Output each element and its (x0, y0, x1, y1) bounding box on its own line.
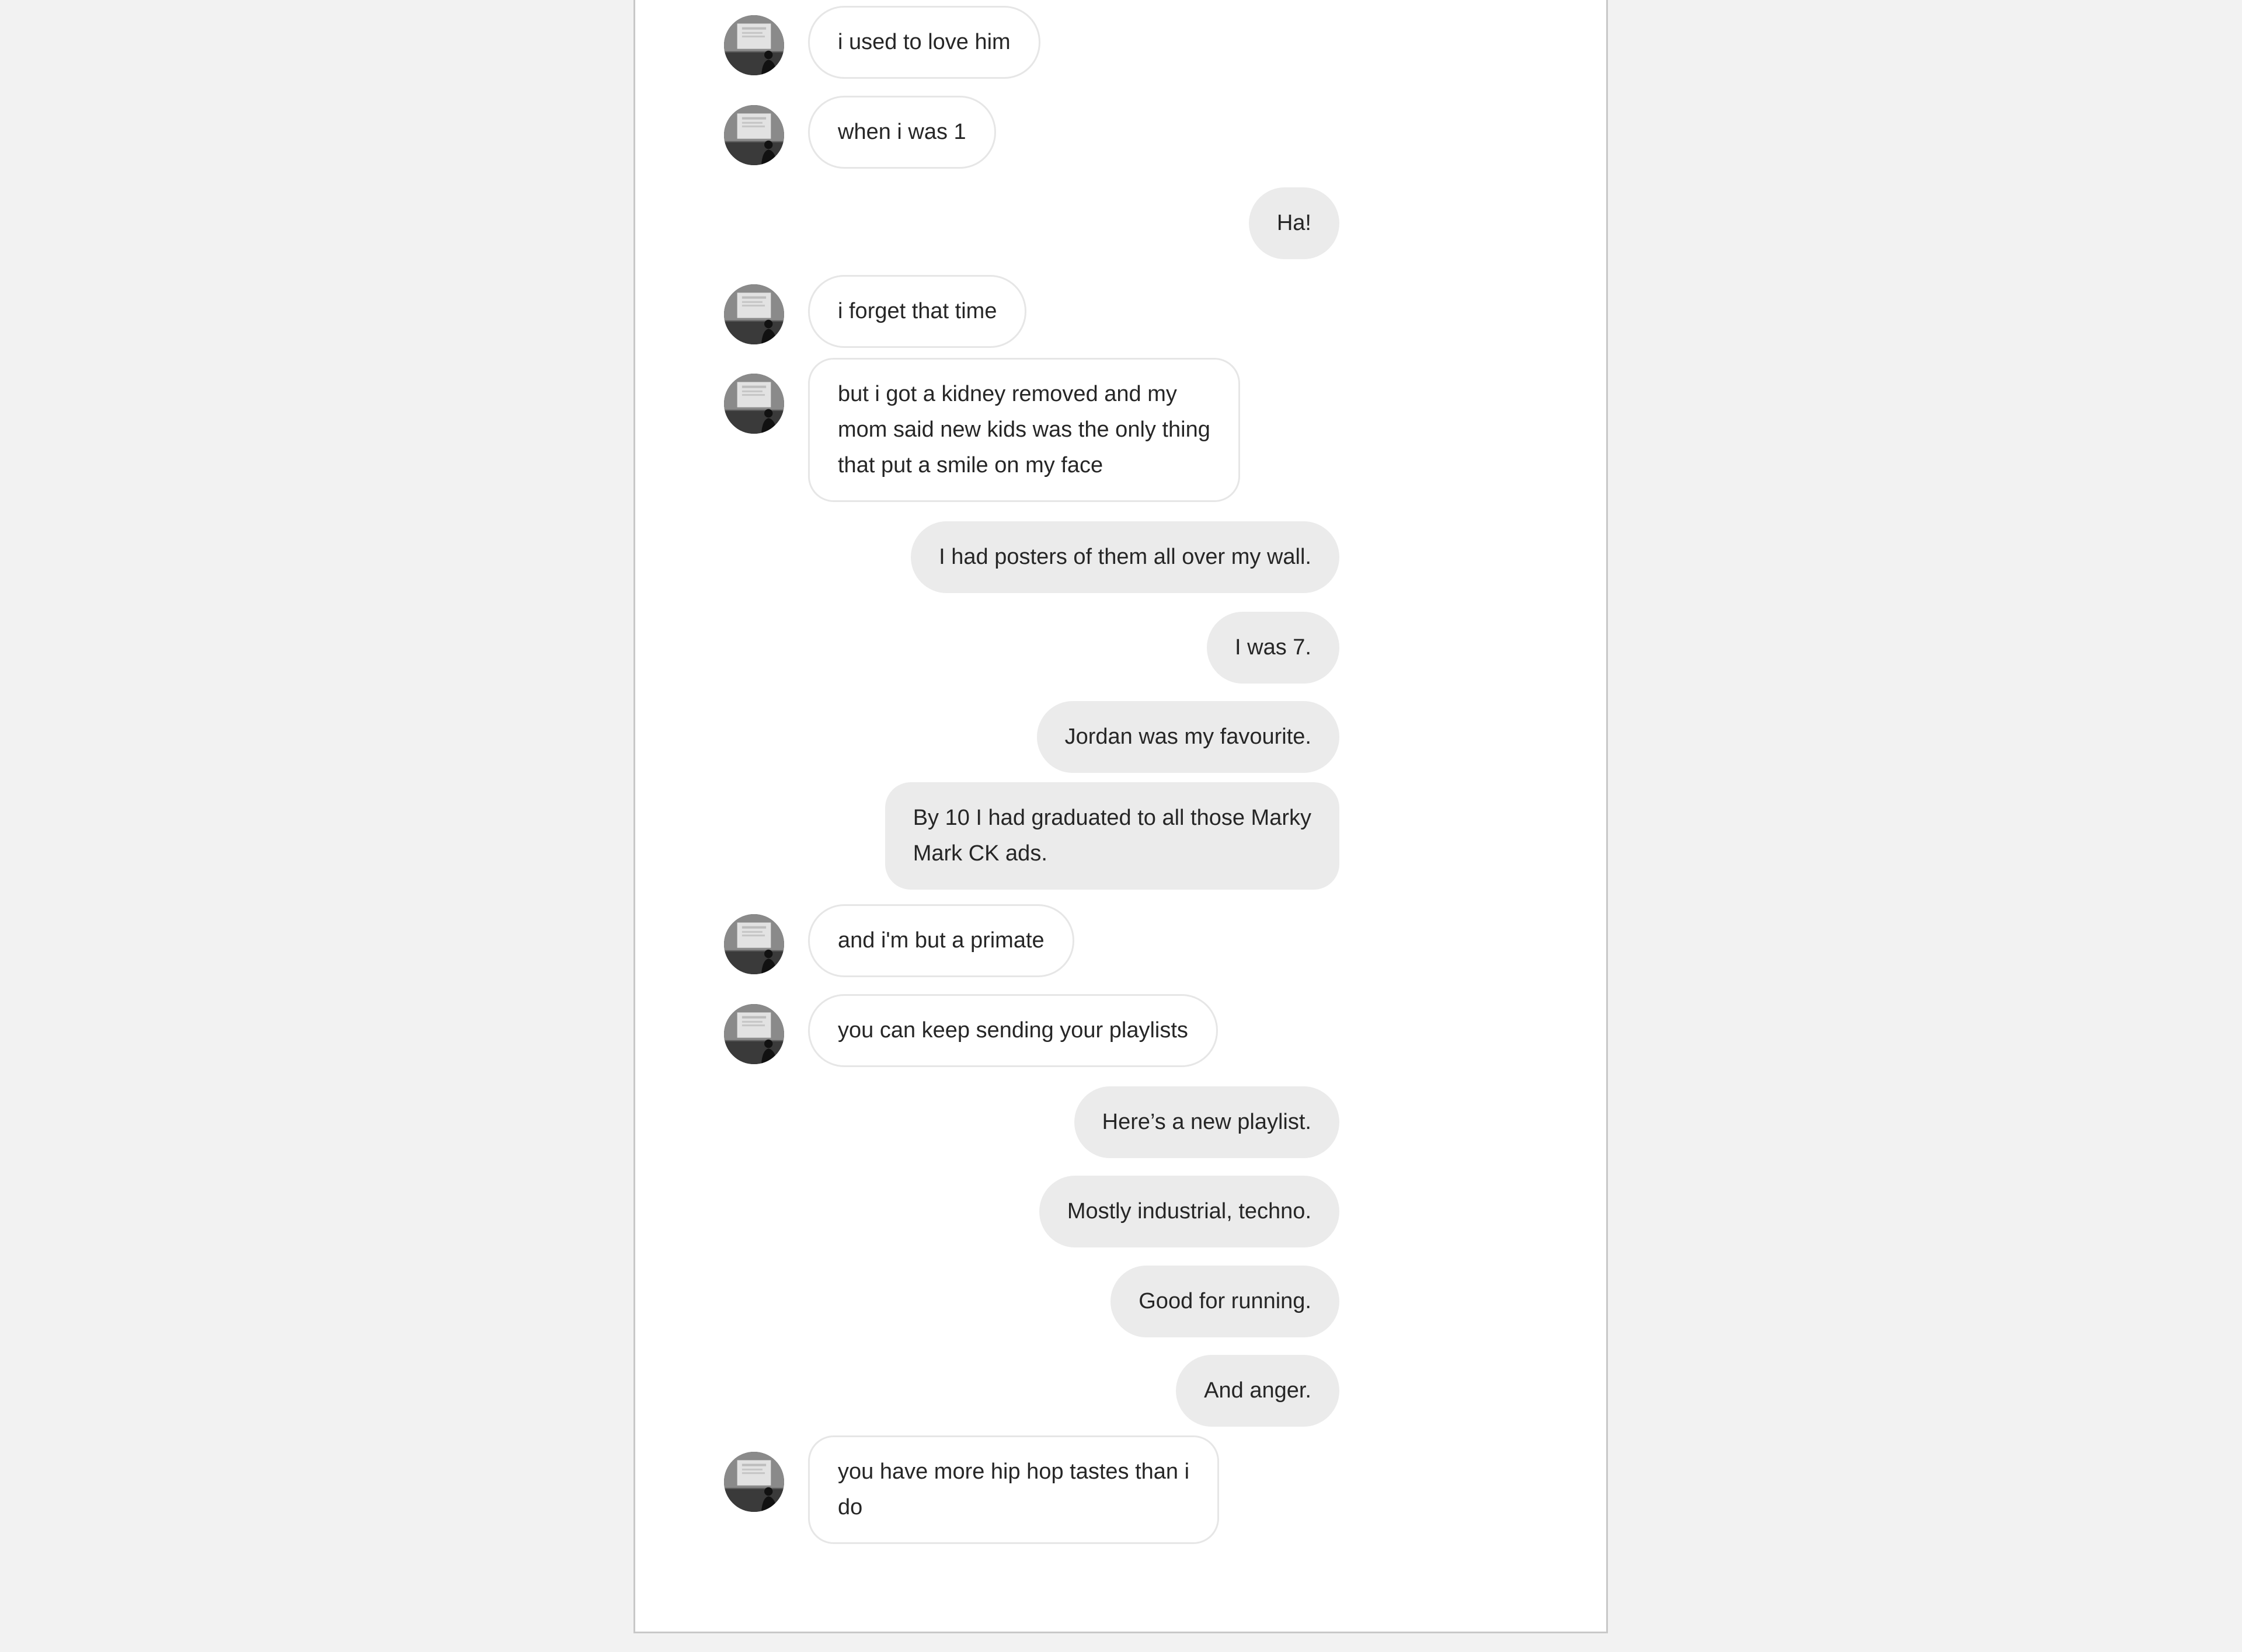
incoming-message[interactable]: when i was 1 (808, 96, 996, 169)
message-line: you have more hip hop tastes than i (838, 1459, 1190, 1484)
outgoing-message[interactable]: I was 7. (1207, 612, 1339, 684)
outgoing-message[interactable]: Ha! (1248, 187, 1339, 259)
avatar[interactable] (724, 1004, 784, 1064)
avatar[interactable] (724, 374, 784, 434)
message-line: i used to love him (838, 30, 1011, 54)
outgoing-message[interactable]: I had posters of them all over my wall. (911, 521, 1339, 593)
avatar[interactable] (724, 105, 784, 165)
outgoing-message[interactable]: By 10 I had graduated to all those Marky… (885, 782, 1339, 890)
message-line: you can keep sending your playlists (838, 1018, 1188, 1043)
message-line: do (838, 1495, 863, 1519)
message-line: I had posters of them all over my wall. (939, 545, 1311, 569)
message-line: that put a smile on my face (838, 453, 1103, 478)
message-line: By 10 I had graduated to all those Marky (913, 806, 1311, 830)
message-line: mom said new kids was the only thing (838, 417, 1210, 442)
message-line: Ha! (1276, 211, 1311, 235)
outgoing-message[interactable]: Jordan was my favourite. (1036, 701, 1339, 773)
incoming-message[interactable]: and i'm but a primate (808, 904, 1074, 977)
outgoing-message[interactable]: Good for running. (1110, 1266, 1339, 1337)
outgoing-message[interactable]: Mostly industrial, techno. (1039, 1176, 1339, 1247)
message-line: Jordan was my favourite. (1064, 724, 1311, 749)
profile-photo-icon (724, 374, 784, 434)
avatar[interactable] (724, 15, 784, 75)
message-line: Mostly industrial, techno. (1067, 1199, 1311, 1224)
incoming-message[interactable]: i forget that time (808, 275, 1027, 348)
avatar[interactable] (724, 914, 784, 974)
message-line: Mark CK ads. (913, 841, 1047, 866)
message-line: And anger. (1204, 1378, 1311, 1403)
profile-photo-icon (724, 105, 784, 165)
message-line: i forget that time (838, 299, 997, 323)
message-line: I was 7. (1235, 635, 1311, 660)
incoming-message[interactable]: you have more hip hop tastes than i do (808, 1435, 1220, 1544)
incoming-message[interactable]: i used to love him (808, 6, 1040, 79)
profile-photo-icon (724, 1004, 784, 1064)
message-line: but i got a kidney removed and my (838, 382, 1177, 406)
profile-photo-icon (724, 284, 784, 344)
message-line: Here’s a new playlist. (1102, 1110, 1311, 1134)
message-line: and i'm but a primate (838, 928, 1045, 953)
avatar[interactable] (724, 1452, 784, 1512)
profile-photo-icon (724, 15, 784, 75)
outgoing-message[interactable]: Here’s a new playlist. (1074, 1086, 1339, 1158)
message-line: Good for running. (1139, 1289, 1311, 1313)
message-line: when i was 1 (838, 120, 966, 144)
profile-photo-icon (724, 914, 784, 974)
incoming-message[interactable]: but i got a kidney removed and my mom sa… (808, 358, 1240, 502)
incoming-message[interactable]: you can keep sending your playlists (808, 994, 1218, 1067)
profile-photo-icon (724, 1452, 784, 1512)
avatar[interactable] (724, 284, 784, 344)
outgoing-message[interactable]: And anger. (1176, 1355, 1339, 1427)
